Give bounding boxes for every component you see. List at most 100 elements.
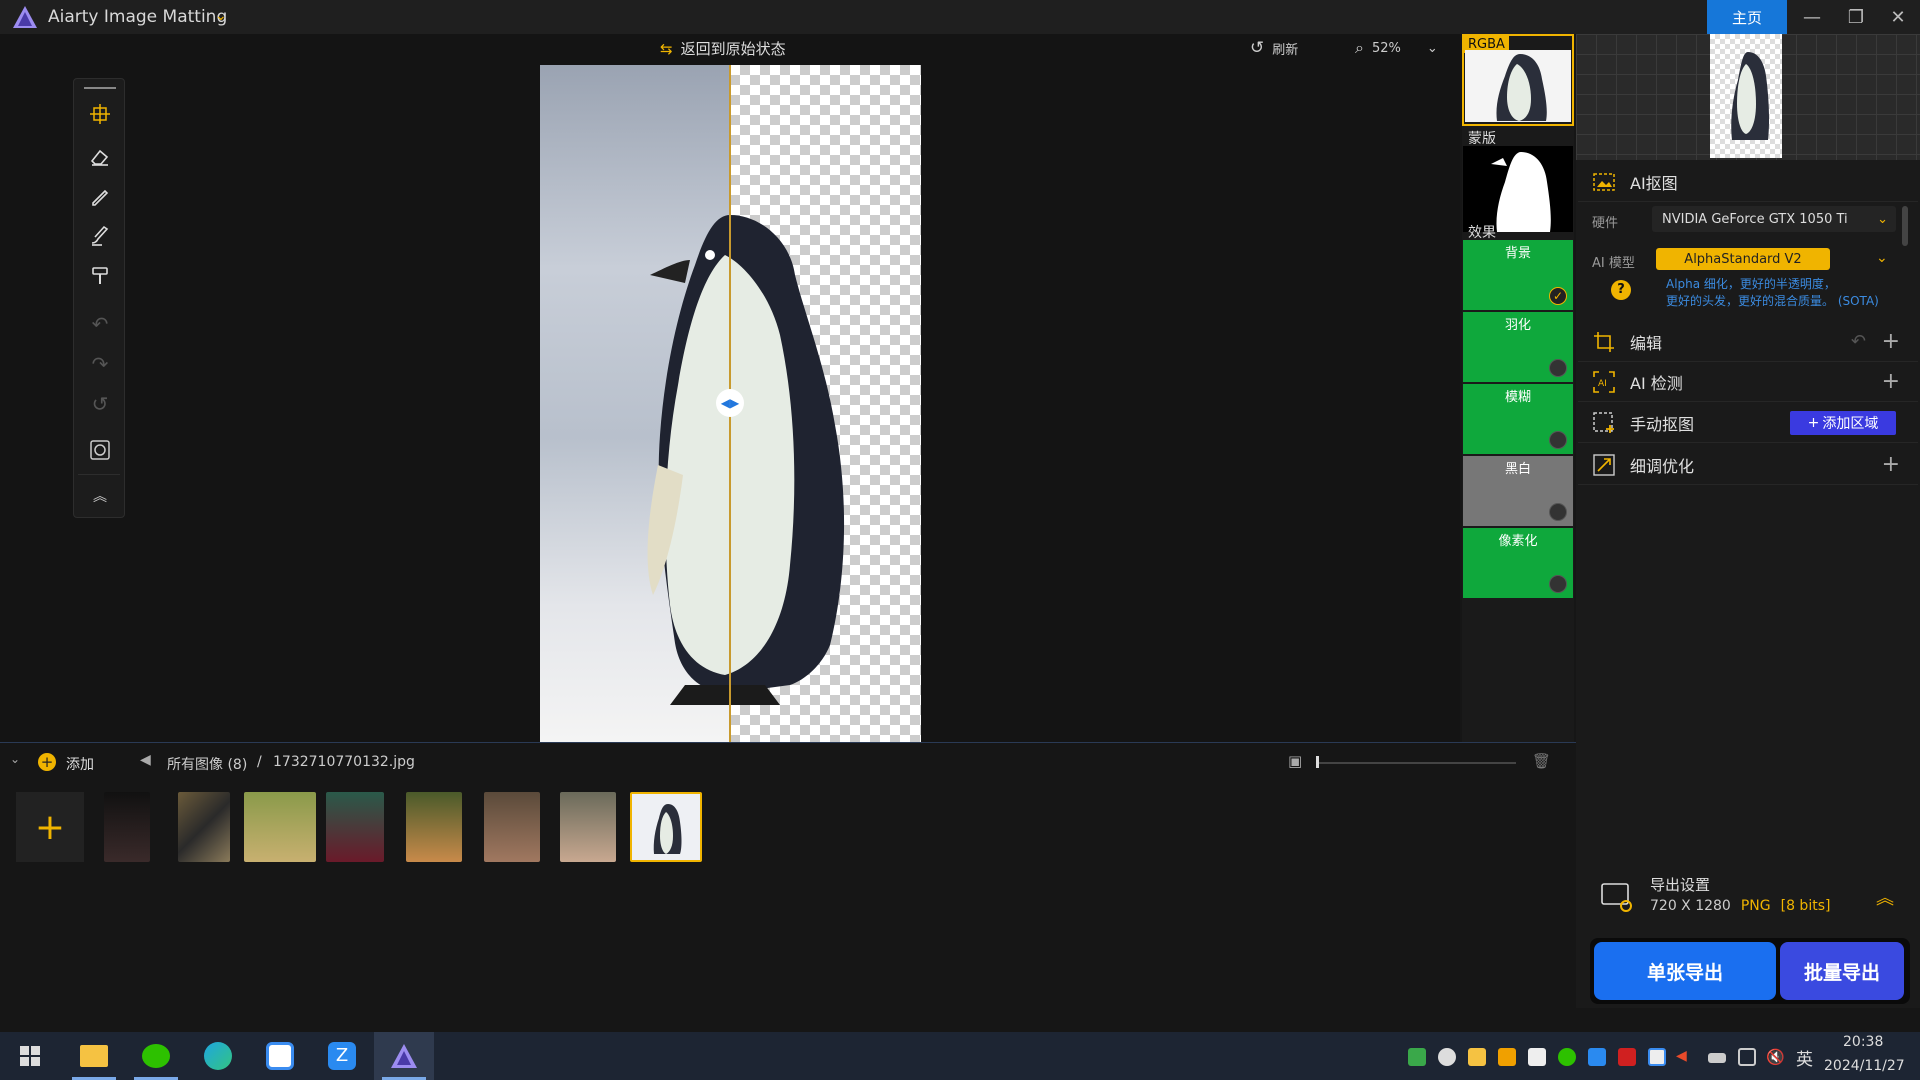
tray-app-icon[interactable] <box>1438 1048 1456 1066</box>
ai-detect-section[interactable]: AI AI 检测 + <box>1578 362 1918 402</box>
refine-section[interactable]: 细调优化 + <box>1578 445 1918 485</box>
chevron-down-icon[interactable]: ⌄ <box>1876 250 1888 266</box>
network-icon[interactable] <box>1738 1048 1756 1066</box>
model-select[interactable]: AlphaStandard V2 <box>1656 248 1830 270</box>
app-menu-chevron-icon[interactable]: ⌄ <box>215 8 227 24</box>
image-compare-view[interactable]: ◀▶ <box>540 65 921 742</box>
single-export-button[interactable]: 单张导出 <box>1594 942 1776 1000</box>
collapse-icon[interactable]: ︽ <box>1876 884 1894 910</box>
redo-icon[interactable]: ↷ <box>82 347 118 381</box>
start-windows-icon[interactable] <box>0 1032 60 1080</box>
tray-shield-icon[interactable] <box>1498 1048 1516 1066</box>
maximize-icon[interactable]: ❐ <box>1834 0 1878 34</box>
back-arrow-icon[interactable]: ◀ <box>140 752 151 768</box>
close-icon[interactable]: ✕ <box>1876 0 1920 34</box>
baidu-netdisk-icon[interactable] <box>250 1032 310 1080</box>
effect-label: 背景 <box>1504 246 1531 261</box>
thumbnail-woman-red-dress[interactable] <box>326 792 384 862</box>
effect-background[interactable]: 背景 ✓ <box>1463 240 1573 310</box>
clock-date[interactable]: 2024/11/27 <box>1824 1058 1905 1074</box>
thumbnail-size-slider[interactable] <box>1316 762 1516 764</box>
file-explorer-icon[interactable] <box>64 1032 124 1080</box>
eraser-icon[interactable] <box>82 139 118 173</box>
batch-export-button[interactable]: 批量导出 <box>1780 942 1904 1000</box>
zoom-control[interactable]: ⌕ 52% ⌄ <box>1355 38 1438 58</box>
model-description-line1: Alpha 细化，更好的半透明度， <box>1666 277 1836 291</box>
refine-brush-icon[interactable] <box>82 219 118 253</box>
thumbnail-bicycle[interactable] <box>244 792 316 862</box>
hardware-select[interactable]: NVIDIA GeForce GTX 1050 Ti ⌄ <box>1652 206 1896 232</box>
image-icon <box>1593 172 1615 191</box>
expand-plus-icon[interactable]: + <box>1882 329 1900 354</box>
manual-matting-section[interactable]: 手动抠图 + 添加区域 <box>1578 403 1918 443</box>
input-language[interactable]: 英 <box>1796 1045 1813 1070</box>
thumbnail-woman-blossoms[interactable] <box>560 792 616 862</box>
minimize-icon[interactable]: — <box>1790 0 1834 34</box>
tray-red-icon[interactable] <box>1618 1048 1636 1066</box>
edit-section[interactable]: 编辑 ↶ + <box>1578 322 1918 362</box>
add-images-button[interactable]: 添加 <box>66 754 94 774</box>
effect-blur[interactable]: 模糊 <box>1463 384 1573 454</box>
add-image-tile[interactable]: + <box>16 792 84 862</box>
battery-icon[interactable] <box>1708 1053 1726 1063</box>
thumbnail-woman-flowers[interactable] <box>406 792 462 862</box>
tray-speaker-alert-icon[interactable]: ◀ <box>1676 1048 1694 1066</box>
add-circle-icon[interactable]: + <box>38 753 56 771</box>
toolbar-grip[interactable] <box>84 87 116 89</box>
current-image-thumbnail <box>1710 34 1782 158</box>
thumbnail-jellyfish[interactable] <box>104 792 150 862</box>
expand-plus-icon[interactable]: + <box>1882 452 1900 477</box>
panel-scrollbar[interactable] <box>1902 206 1908 246</box>
undo-icon[interactable]: ↶ <box>1851 331 1866 352</box>
move-tool-icon[interactable] <box>82 97 118 131</box>
clock-time[interactable]: 20:38 <box>1843 1034 1883 1050</box>
all-images-breadcrumb[interactable]: 所有图像 (8) <box>167 754 247 774</box>
expand-plus-icon[interactable]: + <box>1882 369 1900 394</box>
collapse-list-icon[interactable]: ⌄ <box>10 752 20 766</box>
thumbnail-woman-portrait[interactable] <box>484 792 540 862</box>
effect-feather[interactable]: 羽化 <box>1463 312 1573 382</box>
tray-wechat-icon[interactable] <box>1558 1048 1576 1066</box>
collapse-toolbar-icon[interactable]: ︽ <box>82 479 118 513</box>
slider-thumb[interactable] <box>1316 756 1319 768</box>
refresh-label: 刷新 <box>1272 42 1299 58</box>
volume-muted-icon[interactable]: 🔇 <box>1766 1048 1785 1066</box>
mask-thumbnail[interactable] <box>1463 146 1573 232</box>
add-region-button[interactable]: + 添加区域 <box>1790 410 1896 435</box>
home-button[interactable]: 主页 <box>1707 0 1787 34</box>
thumbnail-penguin-selected[interactable] <box>630 792 702 862</box>
paint-roller-icon[interactable] <box>82 259 118 293</box>
thumbnail-feathers[interactable] <box>178 792 230 862</box>
tray-z-icon[interactable] <box>1588 1048 1606 1066</box>
radio-icon <box>1549 431 1567 449</box>
rgba-thumbnail[interactable] <box>1465 50 1571 122</box>
refine-title: 细调优化 <box>1630 456 1695 476</box>
edit-title: 编辑 <box>1630 333 1663 353</box>
preview-column: RGBA 蒙版 效果 背景 ✓ 羽化 模糊 黑白 像素化 <box>1462 34 1574 742</box>
tray-green-icon[interactable] <box>1408 1048 1426 1066</box>
fit-view-icon[interactable] <box>82 433 118 467</box>
zoom-dropdown-icon[interactable]: ⌄ <box>1427 41 1438 56</box>
help-icon[interactable]: ? <box>1611 280 1631 300</box>
reset-icon[interactable]: ↺ <box>82 387 118 421</box>
tray-folder-icon[interactable] <box>1468 1048 1486 1066</box>
tray-netdisk-icon[interactable] <box>1648 1048 1666 1066</box>
compare-handle-icon[interactable]: ◀▶ <box>716 389 744 417</box>
restore-original-button[interactable]: ⇆ 返回到原始状态 <box>660 38 786 59</box>
undo-icon[interactable]: ↶ <box>82 307 118 341</box>
brush-icon[interactable] <box>82 179 118 213</box>
aiarty-taskbar-icon[interactable] <box>374 1032 434 1080</box>
effect-pixelate[interactable]: 像素化 <box>1463 528 1573 598</box>
tray-book-icon[interactable] <box>1528 1048 1546 1066</box>
export-settings-icon[interactable] <box>1600 880 1634 914</box>
app-z-icon[interactable]: Z <box>312 1032 372 1080</box>
ai-matting-section[interactable]: AI抠图 <box>1578 162 1918 202</box>
current-filename: 1732710770132.jpg <box>273 754 415 770</box>
app-logo-icon <box>13 6 37 28</box>
effect-grayscale[interactable]: 黑白 <box>1463 456 1573 526</box>
wechat-icon[interactable] <box>126 1032 186 1080</box>
hardware-label: 硬件 <box>1592 216 1619 231</box>
trash-icon[interactable]: 🗑 <box>1532 752 1551 770</box>
refresh-button[interactable]: ↺ 刷新 <box>1250 38 1298 58</box>
edge-browser-icon[interactable] <box>188 1032 248 1080</box>
